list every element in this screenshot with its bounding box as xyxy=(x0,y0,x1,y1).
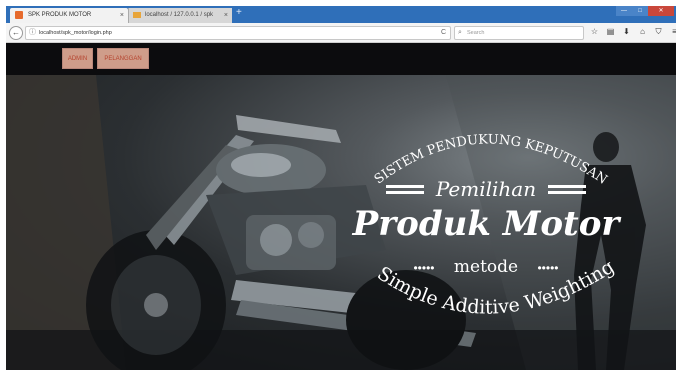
tab-title: localhost / 127.0.0.1 / spk xyxy=(145,12,214,18)
reload-icon[interactable]: C xyxy=(441,27,446,39)
tab-title: SPK PRODUK MOTOR xyxy=(28,12,92,18)
search-placeholder: Search xyxy=(467,30,485,36)
phpmyadmin-favicon-icon xyxy=(133,12,141,18)
star-icon[interactable]: ☆ xyxy=(588,26,601,38)
dots-left-decoration: ••••• xyxy=(413,261,434,275)
tab-close-icon[interactable]: × xyxy=(224,8,228,23)
admin-button[interactable]: ADMIN xyxy=(62,48,93,69)
maximize-button[interactable]: □ xyxy=(632,6,648,16)
tab-phpmyadmin[interactable]: localhost / 127.0.0.1 / spk × xyxy=(128,8,232,23)
address-bar[interactable]: ⓘ localhost/spk_motor/login.php C xyxy=(25,26,451,40)
browser-toolbar: ← ⓘ localhost/spk_motor/login.php C ⌕ Se… xyxy=(6,23,676,43)
hero-line-produk-motor: Produk Motor xyxy=(352,204,622,244)
library-icon[interactable]: ▤ xyxy=(604,26,617,38)
close-window-button[interactable]: ✕ xyxy=(648,6,674,16)
pelanggan-button[interactable]: PELANGGAN xyxy=(97,48,149,69)
minimize-button[interactable]: — xyxy=(616,6,632,16)
hero-title-graphic: SISTEM PENDUKUNG KEPUTUSAN Pemilihan Pro… xyxy=(352,132,622,318)
site-navbar: ADMIN PELANGGAN xyxy=(6,43,676,75)
search-icon: ⌕ xyxy=(458,29,462,36)
new-tab-button[interactable]: + xyxy=(236,7,242,18)
home-icon[interactable]: ⌂ xyxy=(636,26,649,38)
hero-line-metode: metode xyxy=(454,257,518,277)
favicon-icon xyxy=(15,11,23,19)
browser-window: SPK PRODUK MOTOR × localhost / 127.0.0.1… xyxy=(6,6,676,370)
url-text[interactable]: localhost/spk_motor/login.php xyxy=(39,27,112,39)
search-bar[interactable]: ⌕ Search xyxy=(454,26,584,40)
hero-line-pemilihan: Pemilihan xyxy=(435,177,536,201)
menu-icon[interactable]: ≡ xyxy=(668,26,676,38)
browser-titlebar: SPK PRODUK MOTOR × localhost / 127.0.0.1… xyxy=(6,6,676,23)
tab-spk-produk-motor[interactable]: SPK PRODUK MOTOR × xyxy=(10,8,128,23)
toolbar-icons: ☆ ▤ ⬇ ⌂ ⛉ ≡ xyxy=(588,26,676,38)
hero-banner: SISTEM PENDUKUNG KEPUTUSAN Pemilihan Pro… xyxy=(6,75,676,370)
window-controls: — □ ✕ xyxy=(616,6,674,16)
download-icon[interactable]: ⬇ xyxy=(620,26,633,38)
back-button[interactable]: ← xyxy=(9,26,23,40)
site-info-icon[interactable]: ⓘ xyxy=(29,27,36,39)
tab-close-icon[interactable]: × xyxy=(120,8,124,23)
pocket-icon[interactable]: ⛉ xyxy=(652,26,665,38)
dots-right-decoration: ••••• xyxy=(537,261,558,275)
